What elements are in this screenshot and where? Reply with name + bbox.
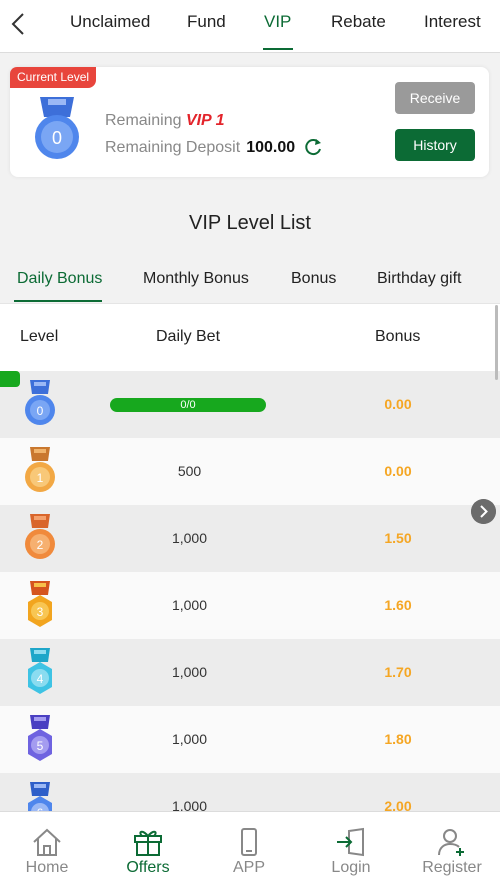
vip-3-medal-icon: 3 bbox=[28, 581, 52, 627]
bonus-value: 1.70 bbox=[384, 664, 412, 680]
login-icon bbox=[337, 827, 364, 857]
nav-offers-label: Offers bbox=[126, 859, 170, 876]
svg-text:4: 4 bbox=[37, 672, 44, 686]
remaining-deposit-label: Remaining Deposit bbox=[105, 139, 241, 156]
remaining-row: Remaining VIP 1 bbox=[105, 112, 224, 130]
add-user-icon bbox=[438, 829, 464, 856]
daily-bet-value: 1,000 bbox=[171, 530, 208, 546]
nav-login-label: Login bbox=[331, 859, 371, 876]
current-level-card: Current Level 0 Remaining VIP 1 Remainin… bbox=[10, 67, 489, 177]
active-subtab-indicator bbox=[14, 300, 102, 302]
remaining-label: Remaining bbox=[105, 112, 182, 129]
table-row: 2 1,000 1.50 bbox=[0, 505, 500, 572]
bonus-value: 1.60 bbox=[384, 597, 412, 613]
section-title: VIP Level List bbox=[189, 212, 311, 234]
nav-offers[interactable]: Offers bbox=[98, 812, 198, 882]
nav-app-label: APP bbox=[232, 859, 265, 876]
header-level: Level bbox=[20, 328, 59, 345]
daily-bet-value: 500 bbox=[177, 463, 202, 479]
bonus-value: 1.80 bbox=[384, 731, 412, 747]
bonus-value: 0.00 bbox=[384, 463, 412, 479]
phone-icon bbox=[241, 828, 257, 856]
svg-text:2: 2 bbox=[37, 538, 44, 552]
remaining-vip: VIP 1 bbox=[185, 112, 225, 129]
bonus-value: 1.50 bbox=[384, 530, 412, 546]
table-row: 0 0/0 0.00 bbox=[0, 371, 500, 438]
remaining-deposit-value: 100.00 bbox=[246, 139, 296, 156]
daily-bet-value: 1,000 bbox=[171, 597, 208, 613]
nav-login[interactable]: Login bbox=[301, 812, 401, 882]
daily-bet-value: 1,000 bbox=[171, 731, 208, 747]
subtab-monthly-bonus[interactable]: Monthly Bonus bbox=[143, 270, 249, 288]
vip-medal-icon: 0 bbox=[35, 97, 79, 159]
subtab-birthday-gift[interactable]: Birthday gift bbox=[377, 270, 461, 288]
bonus-value: 0.00 bbox=[384, 396, 412, 412]
table-row: 5 1,000 1.80 bbox=[0, 706, 500, 773]
receive-button[interactable]: Receive bbox=[395, 82, 475, 114]
tab-fund[interactable]: Fund bbox=[187, 12, 226, 32]
tab-rebate[interactable]: Rebate bbox=[331, 12, 386, 32]
scrollbar[interactable] bbox=[495, 305, 498, 380]
nav-app[interactable]: APP bbox=[199, 812, 299, 882]
nav-home-label: Home bbox=[25, 859, 69, 876]
svg-text:3: 3 bbox=[37, 605, 44, 619]
refresh-icon[interactable] bbox=[303, 137, 323, 157]
subtab-bonus[interactable]: Bonus bbox=[291, 270, 336, 288]
svg-text:1: 1 bbox=[37, 471, 44, 485]
medal-number: 0 bbox=[52, 128, 62, 148]
vip-1-medal-icon: 1 bbox=[25, 447, 55, 492]
vip-0-medal-icon: 0 bbox=[25, 380, 55, 425]
vip-4-medal-icon: 4 bbox=[28, 648, 52, 694]
bottom-navigation: Home Offers APP Login Register bbox=[0, 811, 500, 882]
chevron-right-icon[interactable] bbox=[471, 499, 496, 524]
current-level-badge: Current Level bbox=[10, 67, 97, 88]
table-header: Level Daily Bet Bonus bbox=[0, 303, 500, 373]
nav-register-label: Register bbox=[422, 859, 482, 876]
history-button[interactable]: History bbox=[395, 129, 475, 161]
header-bonus: Bonus bbox=[375, 328, 421, 345]
daily-bet-progress-bar: 0/0 bbox=[110, 398, 266, 412]
daily-bet-value: 1,000 bbox=[171, 664, 208, 680]
svg-text:5: 5 bbox=[37, 739, 44, 753]
subtab-daily-bonus[interactable]: Daily Bonus bbox=[17, 270, 102, 288]
gift-icon bbox=[134, 830, 162, 856]
home-icon bbox=[33, 828, 61, 856]
nav-home[interactable]: Home bbox=[0, 812, 97, 882]
svg-text:0: 0 bbox=[37, 404, 44, 418]
top-navigation: Unclaimed Fund VIP Rebate Interest bbox=[0, 0, 500, 53]
active-tab-indicator bbox=[263, 48, 293, 50]
tab-unclaimed[interactable]: Unclaimed bbox=[70, 12, 150, 32]
table-row: 4 1,000 1.70 bbox=[0, 639, 500, 706]
vip-5-medal-icon: 5 bbox=[28, 715, 52, 761]
tab-vip[interactable]: VIP bbox=[264, 12, 291, 32]
table-row: 3 1,000 1.60 bbox=[0, 572, 500, 639]
table-row: 1 500 0.00 bbox=[0, 438, 500, 505]
remaining-deposit-row: Remaining Deposit 100.00 bbox=[105, 139, 295, 157]
nav-register[interactable]: Register bbox=[402, 812, 500, 882]
progress-text: 0/0 bbox=[180, 399, 196, 411]
header-daily-bet: Daily Bet bbox=[156, 328, 221, 345]
vip-2-medal-icon: 2 bbox=[25, 514, 55, 559]
back-arrow-icon[interactable] bbox=[8, 10, 32, 38]
current-level-pointer-icon bbox=[0, 371, 20, 387]
tab-interest[interactable]: Interest bbox=[424, 12, 481, 32]
